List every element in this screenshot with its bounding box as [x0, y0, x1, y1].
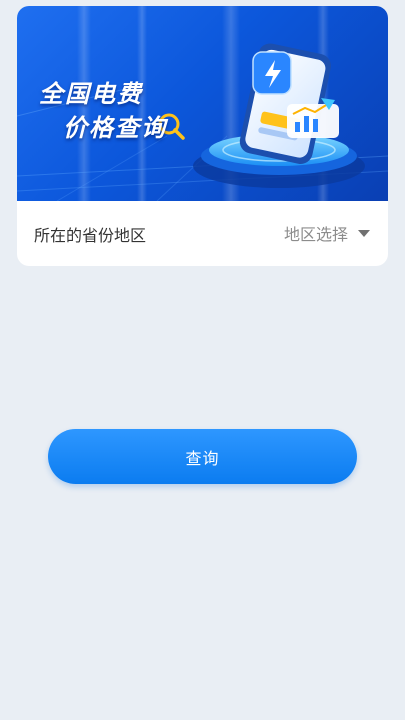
query-card: 全国电费 价格查询 所在的省份地区 地区选择 [17, 6, 388, 266]
lightning-icon [252, 51, 292, 95]
banner: 全国电费 价格查询 [17, 6, 388, 201]
caret-down-icon [358, 229, 370, 237]
banner-title-line1: 全国电费 [39, 80, 143, 108]
region-label: 所在的省份地区 [34, 226, 147, 245]
region-row: 所在的省份地区 地区选择 [17, 212, 388, 256]
region-select-text: 地区选择 [283, 225, 348, 244]
banner-title-line2: 价格查询 [63, 114, 167, 142]
region-select[interactable]: 地区选择 [284, 222, 370, 244]
query-button[interactable]: 查询 [48, 429, 357, 484]
chart-card-icon [287, 98, 339, 138]
